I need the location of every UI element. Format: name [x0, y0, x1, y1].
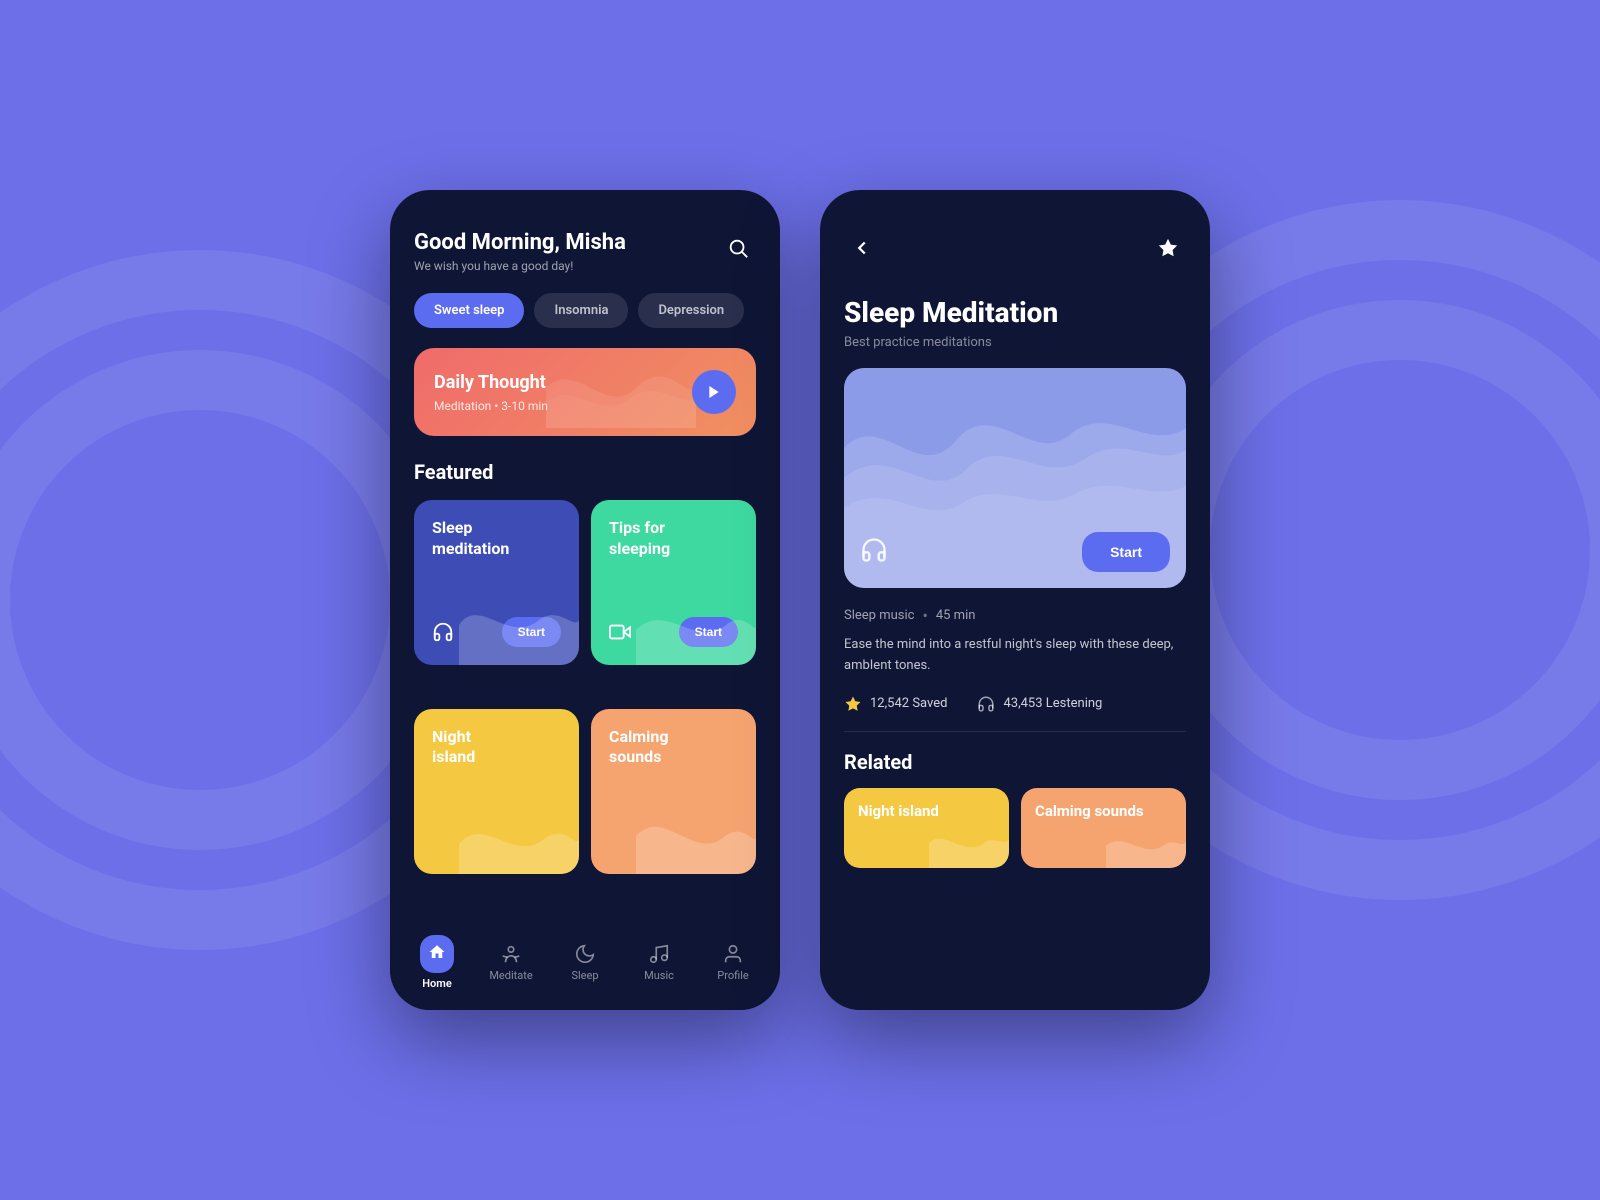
card-calming-sounds[interactable]: Calmingsounds	[591, 709, 756, 874]
stats-row: 12,542 Saved 43,453 Lestening	[844, 695, 1186, 732]
daily-play-button[interactable]	[692, 370, 736, 414]
listening-stat: 43,453 Lestening	[977, 695, 1102, 713]
profile-icon	[722, 943, 744, 965]
meta-dot: •	[922, 606, 927, 625]
featured-title: Featured	[414, 460, 756, 484]
favorite-button[interactable]	[1150, 230, 1186, 266]
back-button[interactable]	[844, 230, 880, 266]
search-button[interactable]	[720, 230, 756, 266]
filter-pills: Sweet sleep Insomnia Depression	[414, 293, 756, 328]
related-wave-1	[929, 818, 1009, 868]
star-icon	[1157, 237, 1179, 259]
filter-insomnia[interactable]: Insomnia	[534, 293, 628, 328]
phone-detail: Sleep Meditation Best practice meditatio…	[820, 190, 1210, 1010]
nav-music-label: Music	[644, 969, 674, 982]
meta-row: Sleep music • 45 min	[844, 606, 1186, 625]
card-tips-sleeping[interactable]: Tips forsleeping Start	[591, 500, 756, 665]
back-icon	[851, 237, 873, 259]
daily-thought-card[interactable]: Daily Thought Meditation • 3-10 min	[414, 348, 756, 436]
card-wave-1	[459, 585, 579, 665]
saved-count: 12,542 Saved	[870, 696, 947, 711]
phone-home: Good Morning, Misha We wish you have a g…	[390, 190, 780, 1010]
video-icon	[609, 621, 631, 647]
sleep-icon	[574, 943, 596, 965]
detail-header	[844, 230, 1186, 266]
daily-card-wave	[546, 348, 696, 428]
nav-meditate-label: Meditate	[489, 969, 532, 982]
daily-card-sub: Meditation • 3-10 min	[434, 399, 548, 413]
home-icon	[428, 943, 446, 961]
card-sleep-meditation[interactable]: Sleepmeditation Start	[414, 500, 579, 665]
filter-sweet-sleep[interactable]: Sweet sleep	[414, 293, 524, 328]
nav-sleep[interactable]: Sleep	[560, 943, 610, 982]
saved-stat: 12,542 Saved	[844, 695, 947, 713]
nav-music[interactable]: Music	[634, 943, 684, 982]
nav-profile[interactable]: Profile	[708, 943, 758, 982]
greeting-block: Good Morning, Misha We wish you have a g…	[414, 230, 626, 273]
nav-meditate[interactable]: Meditate	[486, 943, 536, 982]
greeting-sub: We wish you have a good day!	[414, 259, 626, 273]
music-icon	[648, 943, 670, 965]
related-calming-sounds[interactable]: Calming sounds	[1021, 788, 1186, 868]
meta-type: Sleep music	[844, 608, 914, 623]
nav-home[interactable]: Home	[412, 935, 462, 990]
card-night-island-title: Nightisland	[432, 727, 561, 769]
card-wave-4	[636, 794, 756, 874]
daily-card-title: Daily Thought	[434, 372, 548, 393]
detail-description: Ease the mind into a restful night's sle…	[844, 635, 1186, 677]
card-tips-title: Tips forsleeping	[609, 518, 738, 560]
card-wave-2	[636, 585, 756, 665]
featured-grid: Sleepmeditation Start	[414, 500, 756, 905]
meta-duration: 45 min	[936, 608, 976, 623]
nav-profile-label: Profile	[717, 969, 748, 982]
related-wave-2	[1106, 818, 1186, 868]
card-wave-3	[459, 794, 579, 874]
player-controls: Start	[860, 532, 1170, 572]
detail-title: Sleep Meditation	[844, 296, 1186, 329]
daily-card-text: Daily Thought Meditation • 3-10 min	[434, 372, 548, 413]
headphones-icon	[432, 621, 454, 647]
start-large-button[interactable]: Start	[1082, 532, 1170, 572]
phones-container: Good Morning, Misha We wish you have a g…	[390, 190, 1210, 1010]
card-night-island[interactable]: Nightisland	[414, 709, 579, 874]
related-title: Related	[844, 750, 1186, 774]
related-night-island[interactable]: Night island	[844, 788, 1009, 868]
card-calming-title: Calmingsounds	[609, 727, 738, 769]
filter-depression[interactable]: Depression	[638, 293, 744, 328]
player-card: Start	[844, 368, 1186, 588]
home-header: Good Morning, Misha We wish you have a g…	[414, 230, 756, 273]
headphones-player-icon	[860, 536, 888, 568]
nav-sleep-label: Sleep	[571, 969, 598, 982]
listening-count: 43,453 Lestening	[1003, 696, 1102, 711]
card-sleep-meditation-title: Sleepmeditation	[432, 518, 561, 560]
home-icon-bg	[420, 935, 454, 973]
related-grid: Night island Calming sounds	[844, 788, 1186, 868]
greeting-title: Good Morning, Misha	[414, 230, 626, 255]
meditate-icon	[500, 943, 522, 965]
detail-subtitle: Best practice meditations	[844, 335, 1186, 350]
listening-icon	[977, 695, 995, 713]
nav-home-label: Home	[422, 977, 452, 990]
saved-star-icon	[844, 695, 862, 713]
bottom-nav: Home Meditate Sle	[390, 921, 780, 1010]
